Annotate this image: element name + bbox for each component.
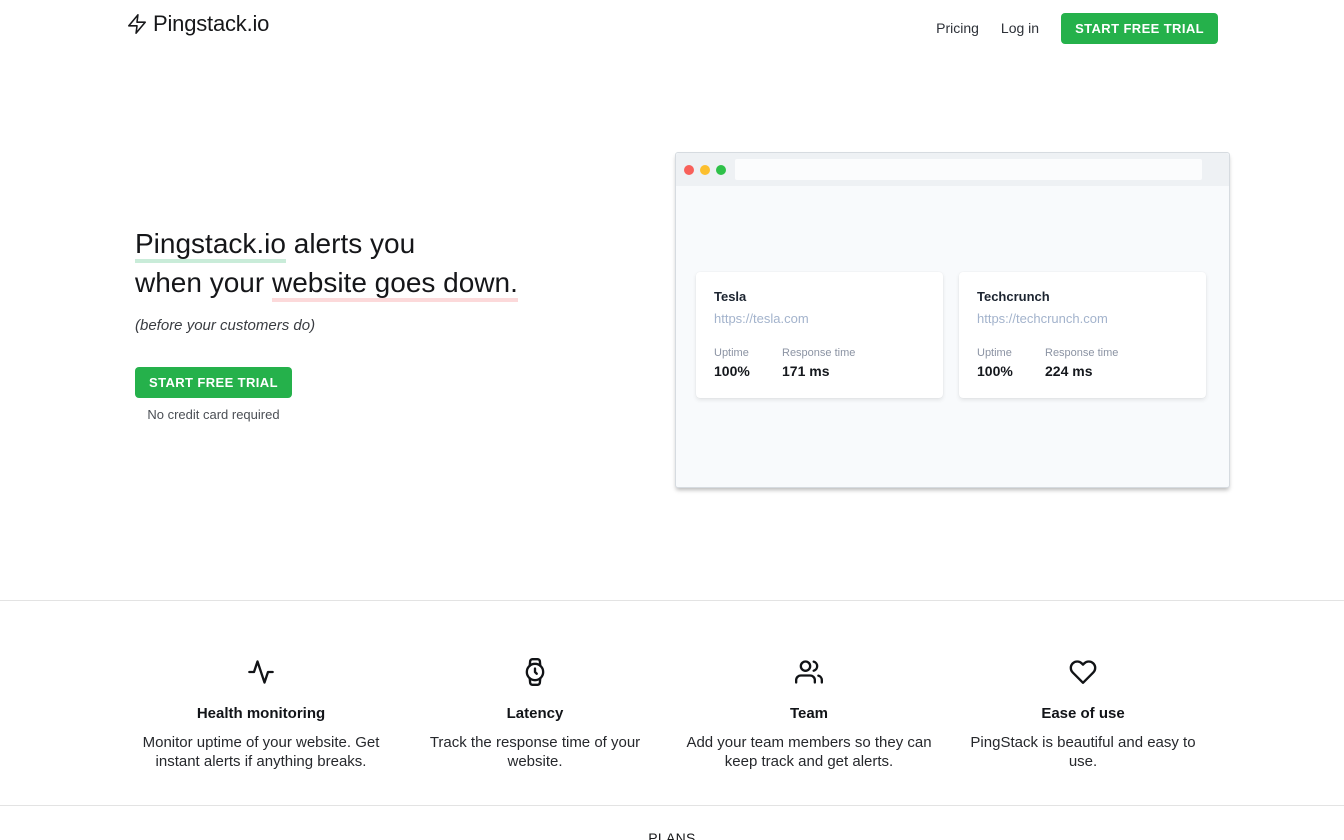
browser-titlebar	[676, 153, 1229, 186]
hero-start-trial-button[interactable]: START FREE TRIAL	[135, 367, 292, 398]
site-card-techcrunch: Techcrunch https://techcrunch.com Uptime…	[959, 272, 1206, 398]
feature-description: Track the response time of your website.	[407, 733, 663, 771]
uptime-metric: Uptime 100%	[977, 347, 1045, 379]
site-name: Tesla	[714, 289, 925, 304]
uptime-value: 100%	[714, 363, 782, 379]
site-metrics: Uptime 100% Response time 171 ms	[714, 347, 925, 379]
response-time-value: 171 ms	[782, 363, 855, 379]
headline-highlight-pink: website goes down.	[272, 267, 518, 302]
site-name: Techcrunch	[977, 289, 1188, 304]
hero-cta-block: START FREE TRIAL No credit card required	[135, 367, 292, 422]
section-divider	[0, 805, 1344, 806]
feature-title: Latency	[406, 705, 664, 722]
site-card-tesla: Tesla https://tesla.com Uptime 100% Resp…	[696, 272, 943, 398]
feature-latency: Latency Track the response time of your …	[398, 658, 672, 771]
uptime-value: 100%	[977, 363, 1045, 379]
response-time-label: Response time	[1045, 347, 1118, 359]
response-time-metric: Response time 224 ms	[1045, 347, 1118, 379]
hero-headline: Pingstack.io alerts you when your websit…	[135, 224, 615, 302]
nav-link-pricing[interactable]: Pricing	[936, 20, 979, 36]
uptime-label: Uptime	[977, 347, 1045, 359]
activity-icon	[132, 658, 390, 688]
feature-team: Team Add your team members so they can k…	[672, 658, 946, 771]
window-controls	[684, 165, 726, 175]
browser-mockup: Tesla https://tesla.com Uptime 100% Resp…	[675, 152, 1230, 488]
uptime-metric: Uptime 100%	[714, 347, 782, 379]
headline-highlight-green: Pingstack.io	[135, 228, 286, 263]
uptime-label: Uptime	[714, 347, 782, 359]
header-start-trial-button[interactable]: START FREE TRIAL	[1061, 13, 1218, 44]
header: Pingstack.io Pricing Log in START FREE T…	[0, 0, 1344, 56]
watch-icon	[406, 658, 664, 688]
features-section: Health monitoring Monitor uptime of your…	[124, 658, 1220, 771]
brand-name: Pingstack.io	[153, 11, 269, 37]
feature-title: Ease of use	[954, 705, 1212, 722]
feature-health-monitoring: Health monitoring Monitor uptime of your…	[124, 658, 398, 771]
feature-description: PingStack is beautiful and easy to use.	[955, 733, 1211, 771]
header-nav: Pricing Log in START FREE TRIAL	[936, 0, 1218, 56]
hero-subline: (before your customers do)	[135, 317, 615, 334]
no-credit-card-note: No credit card required	[135, 407, 292, 422]
response-time-label: Response time	[782, 347, 855, 359]
headline-text-line2: when your	[135, 267, 272, 298]
lightning-bolt-icon	[126, 13, 148, 35]
site-metrics: Uptime 100% Response time 224 ms	[977, 347, 1188, 379]
headline-text: alerts you	[286, 228, 415, 259]
users-icon	[680, 658, 938, 688]
hero-copy: Pingstack.io alerts you when your websit…	[135, 224, 615, 424]
maximize-window-icon	[716, 165, 726, 175]
landing-page: Pingstack.io Pricing Log in START FREE T…	[0, 0, 1344, 840]
plans-section-heading: PLANS	[0, 830, 1344, 840]
feature-description: Add your team members so they can keep t…	[681, 733, 937, 771]
close-window-icon	[684, 165, 694, 175]
feature-title: Team	[680, 705, 938, 722]
feature-description: Monitor uptime of your website. Get inst…	[133, 733, 389, 771]
response-time-value: 224 ms	[1045, 363, 1118, 379]
heart-icon	[954, 658, 1212, 688]
feature-title: Health monitoring	[132, 705, 390, 722]
section-divider	[0, 600, 1344, 601]
feature-ease-of-use: Ease of use PingStack is beautiful and e…	[946, 658, 1220, 771]
site-url: https://techcrunch.com	[977, 311, 1188, 326]
minimize-window-icon	[700, 165, 710, 175]
nav-link-login[interactable]: Log in	[1001, 20, 1039, 36]
browser-content: Tesla https://tesla.com Uptime 100% Resp…	[676, 186, 1229, 488]
browser-address-bar	[735, 159, 1202, 180]
brand-logo[interactable]: Pingstack.io	[126, 11, 269, 37]
response-time-metric: Response time 171 ms	[782, 347, 855, 379]
site-url: https://tesla.com	[714, 311, 925, 326]
